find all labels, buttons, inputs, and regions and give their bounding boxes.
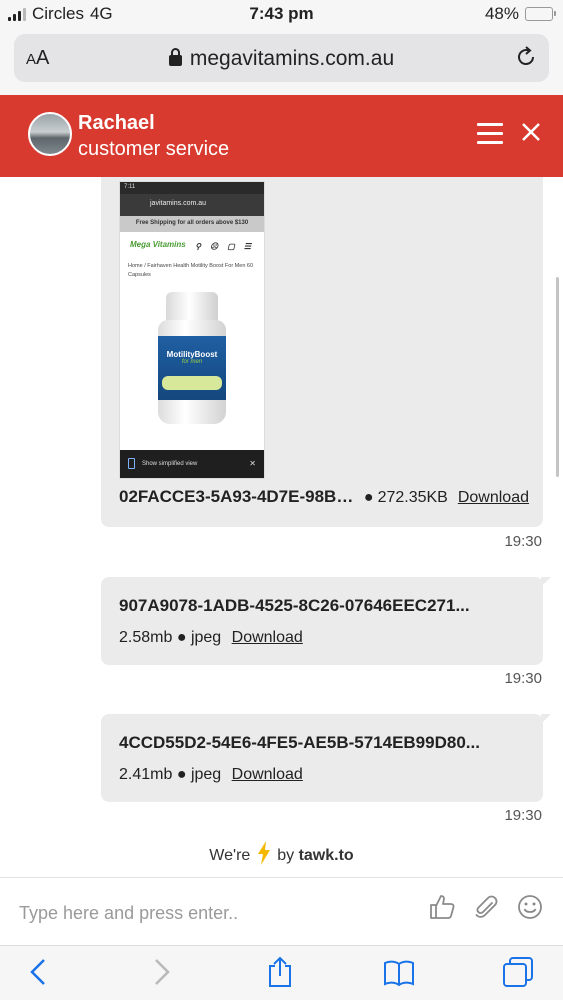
download-link[interactable]: Download <box>232 766 303 783</box>
agent-name: Rachael <box>78 112 155 134</box>
thumbs-up-icon[interactable] <box>428 893 456 921</box>
attachment-icon[interactable] <box>472 893 500 921</box>
thumb-shipping-banner: Free Shipping for all orders above $130 <box>120 216 264 232</box>
message-timestamp: 19:30 <box>504 807 542 824</box>
agent-avatar <box>28 112 72 156</box>
file-size: 2.41mb <box>119 766 173 783</box>
thumb-url: javitamins.com.au <box>120 194 264 216</box>
image-thumbnail[interactable]: 7:11 javitamins.com.au Free Shipping for… <box>119 181 265 479</box>
battery-icon <box>525 7 556 21</box>
back-icon[interactable] <box>24 956 56 988</box>
file-format: jpeg <box>190 629 222 646</box>
address-bar[interactable]: AA megavitamins.com.au <box>14 34 549 82</box>
tawk-brand: tawk.to <box>298 847 354 864</box>
chat-header: Rachael customer service <box>0 95 563 177</box>
download-link[interactable]: Download <box>232 629 303 646</box>
tabs-icon[interactable] <box>502 956 534 988</box>
share-icon[interactable] <box>264 956 296 988</box>
agent-role: customer service <box>78 138 230 160</box>
file-name: 907A9078-1ADB-4525-8C26-07646EEC271... <box>119 596 470 615</box>
image-message-bubble: 7:11 javitamins.com.au Free Shipping for… <box>101 177 543 527</box>
file-name: 4CCD55D2-54E6-4FE5-AE5B-5714EB99D80... <box>119 733 480 752</box>
message-timestamp: 19:30 <box>504 670 542 687</box>
thumb-logo: Mega Vitamins ⚲☹▢☰ <box>130 240 260 251</box>
file-format: jpeg <box>190 766 222 783</box>
emoji-icon[interactable] <box>516 893 544 921</box>
url-text: megavitamins.com.au <box>189 47 395 70</box>
download-link[interactable]: Download <box>458 489 529 507</box>
thumb-status-bar: 7:11 <box>120 182 264 194</box>
file-message-bubble: 907A9078-1ADB-4525-8C26-07646EEC271... 2… <box>101 577 551 665</box>
close-icon[interactable] <box>519 120 543 144</box>
file-message-bubble: 4CCD55D2-54E6-4FE5-AE5B-5714EB99D80... 2… <box>101 714 551 802</box>
clock: 7:43 pm <box>249 4 314 23</box>
status-bar: Circles 4G 7:43 pm 48% <box>0 0 563 30</box>
message-input-bar: Type here and press enter.. <box>0 877 563 945</box>
message-timestamp: 19:30 <box>504 533 542 550</box>
menu-icon[interactable] <box>477 123 503 145</box>
browser-toolbar <box>0 945 563 1000</box>
bookmarks-icon[interactable] <box>383 956 415 988</box>
lock-icon <box>168 48 182 66</box>
forward-icon[interactable] <box>144 956 176 988</box>
scrollbar[interactable] <box>556 277 559 477</box>
browser-address-area: AA megavitamins.com.au <box>0 30 563 95</box>
battery-percent: 48% <box>484 4 519 23</box>
message-list[interactable]: 7:11 javitamins.com.au Free Shipping for… <box>0 177 563 877</box>
file-size: 2.58mb <box>119 629 173 646</box>
message-input[interactable]: Type here and press enter.. <box>19 903 238 924</box>
product-bottle-image: MotilityBoost for men <box>156 292 228 426</box>
thumb-breadcrumb: Home / Fairhaven Health Motility Boost F… <box>128 263 254 278</box>
thumb-nav-icons: ⚲☹▢☰ <box>195 242 260 251</box>
reload-icon[interactable] <box>513 44 539 70</box>
file-name: 02FACCE3-5A93-4D7E-98BA-... <box>119 487 356 506</box>
lightning-bolt-icon <box>257 841 270 865</box>
powered-by[interactable]: We're by tawk.to <box>0 841 563 865</box>
file-size: 272.35KB <box>377 489 448 506</box>
thumb-bottom-bar: Show simplified view ✕ <box>120 450 264 478</box>
